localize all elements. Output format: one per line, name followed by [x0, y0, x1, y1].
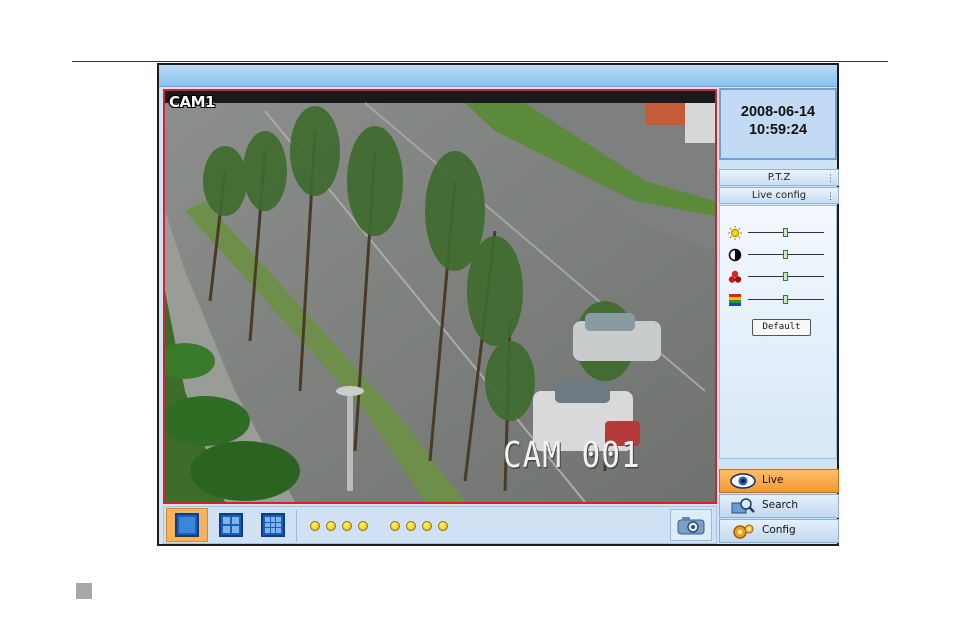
- slider-thumb[interactable]: [783, 295, 788, 304]
- nine-grid-icon: [261, 513, 285, 537]
- brightness-slider[interactable]: [728, 226, 828, 240]
- sun-icon: [728, 226, 742, 240]
- time-text: 10:59:24: [748, 122, 808, 138]
- eye-icon: [730, 473, 756, 489]
- channel-dot[interactable]: [326, 521, 336, 531]
- slider-thumb[interactable]: [783, 272, 788, 281]
- slider-thumb[interactable]: [783, 228, 788, 237]
- quad-grid-icon: [219, 513, 243, 537]
- dvr-window: CAM1 CAM 001 2008-06-14 10:59:24 P.T.Z ⋮…: [157, 63, 839, 546]
- color-balls-icon: [728, 270, 742, 284]
- channel-dot[interactable]: [358, 521, 368, 531]
- channel-dot[interactable]: [406, 521, 416, 531]
- channel-dot[interactable]: [438, 521, 448, 531]
- hue-slider[interactable]: [728, 293, 828, 307]
- camera-icon: [677, 517, 705, 535]
- channel-dot[interactable]: [390, 521, 400, 531]
- tab-live-config[interactable]: Live config ⋮: [719, 187, 839, 204]
- page-marker: [76, 583, 92, 599]
- gear-icon: [733, 524, 754, 539]
- default-button[interactable]: Default: [752, 319, 811, 336]
- video-view[interactable]: CAM1 CAM 001: [163, 89, 717, 504]
- contrast-icon: [728, 248, 742, 262]
- quad-view-button[interactable]: [210, 508, 252, 542]
- nine-view-button[interactable]: [252, 508, 294, 542]
- datetime-display: 2008-06-14 10:59:24: [719, 88, 837, 160]
- tab-ptz-label: P.T.Z: [767, 172, 791, 183]
- tab-live-config-label: Live config: [751, 190, 807, 201]
- channel-dot[interactable]: [310, 521, 320, 531]
- channel-dot[interactable]: [422, 521, 432, 531]
- snapshot-button[interactable]: [670, 509, 712, 541]
- control-panel: 2008-06-14 10:59:24 P.T.Z ⋮ Live config …: [719, 87, 839, 544]
- single-grid-icon: [175, 513, 199, 537]
- live-config-area: Default: [719, 205, 837, 459]
- config-nav-label: Config: [762, 524, 796, 536]
- rainbow-icon: [728, 293, 742, 307]
- slider-thumb[interactable]: [783, 250, 788, 259]
- contrast-slider[interactable]: [728, 248, 828, 262]
- live-nav-button[interactable]: Live: [719, 469, 839, 493]
- single-view-button[interactable]: [166, 508, 208, 542]
- page: CAM1 CAM 001 2008-06-14 10:59:24 P.T.Z ⋮…: [0, 0, 954, 637]
- title-bar: [159, 65, 837, 87]
- saturation-slider[interactable]: [728, 270, 828, 284]
- grip-icon: ⋮: [826, 174, 835, 184]
- search-nav-button[interactable]: Search: [719, 494, 839, 518]
- top-divider: [72, 61, 888, 62]
- search-nav-label: Search: [762, 499, 799, 511]
- search-icon: [731, 498, 755, 514]
- grip-icon: ⋮: [826, 192, 835, 202]
- date-text: 2008-06-14: [740, 104, 816, 120]
- live-nav-label: Live: [762, 474, 784, 486]
- camera-name-label: CAM1: [169, 93, 215, 111]
- toolbar-divider: [296, 510, 297, 542]
- tab-ptz[interactable]: P.T.Z ⋮: [719, 169, 839, 186]
- view-toolbar: [163, 506, 717, 544]
- config-nav-button[interactable]: Config: [719, 519, 839, 543]
- channel-dot[interactable]: [342, 521, 352, 531]
- camera-osd-text: CAM 001: [503, 435, 641, 477]
